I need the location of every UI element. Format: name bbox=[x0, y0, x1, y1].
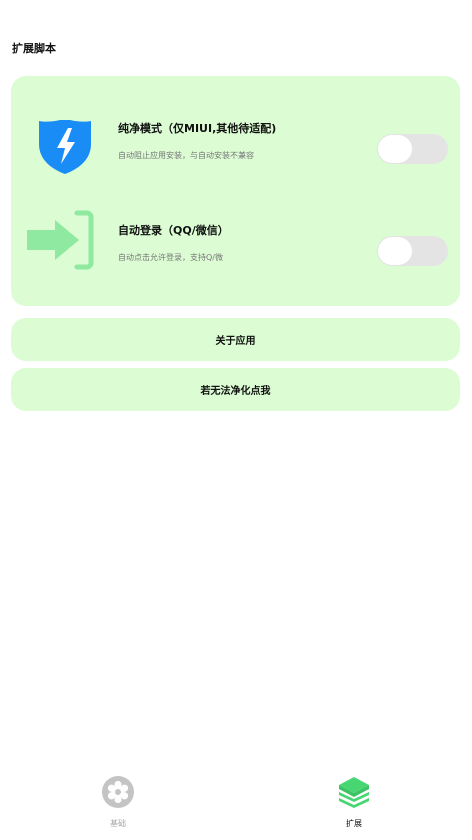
section-title: 扩展脚本 bbox=[12, 42, 56, 55]
script-list-card: 纯净模式（仅MIUI,其他待适配) 自动阻止应用安装，与自动安装不兼容 自动登录… bbox=[11, 76, 460, 306]
bottom-nav: 基础 扩展 bbox=[0, 760, 472, 840]
pure-mode-toggle[interactable] bbox=[377, 134, 448, 164]
about-app-button[interactable]: 关于应用 bbox=[11, 318, 460, 361]
toggle-knob bbox=[378, 135, 412, 163]
layers-icon bbox=[336, 774, 372, 810]
nav-label-basic: 基础 bbox=[110, 819, 126, 828]
script-title: 自动登录（QQ/微信） bbox=[118, 224, 229, 237]
fix-purify-button[interactable]: 若无法净化点我 bbox=[11, 368, 460, 411]
login-arrow-icon bbox=[27, 200, 107, 284]
script-row-pure-mode: 纯净模式（仅MIUI,其他待适配) 自动阻止应用安装，与自动安装不兼容 bbox=[11, 90, 460, 190]
extension-scripts-page: 扩展脚本 纯净模式（仅MIUI,其他待适配) 自动阻止应用安装，与自动安装不兼容 bbox=[0, 0, 472, 840]
script-description: 自动点击允许登录，支持Q/微 bbox=[118, 253, 223, 262]
nav-item-basic[interactable]: 基础 bbox=[78, 774, 158, 834]
auto-login-toggle[interactable] bbox=[377, 236, 448, 266]
shield-lightning-icon bbox=[27, 98, 107, 182]
nav-label-extension: 扩展 bbox=[346, 819, 362, 828]
script-description: 自动阻止应用安装，与自动安装不兼容 bbox=[118, 151, 254, 160]
gear-icon bbox=[100, 774, 136, 810]
nav-item-extension[interactable]: 扩展 bbox=[314, 774, 394, 834]
script-title: 纯净模式（仅MIUI,其他待适配) bbox=[118, 122, 277, 135]
toggle-knob bbox=[378, 237, 412, 265]
script-row-auto-login: 自动登录（QQ/微信） 自动点击允许登录，支持Q/微 bbox=[11, 192, 460, 292]
